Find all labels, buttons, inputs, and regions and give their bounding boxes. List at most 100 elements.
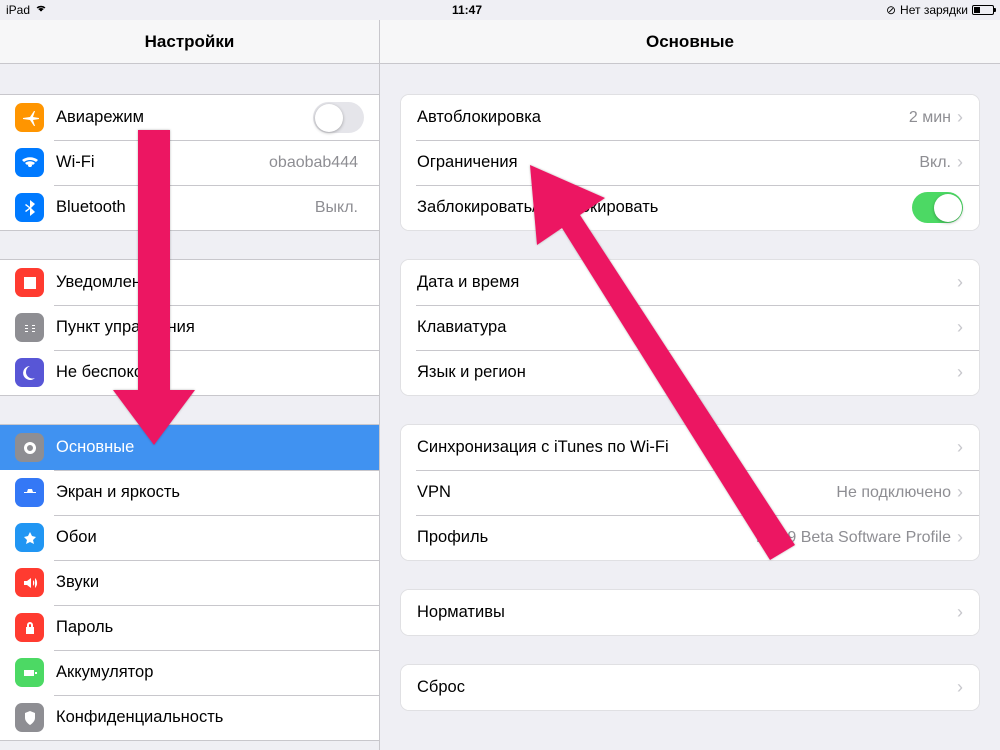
- detail-item-4-0[interactable]: Сброс›: [401, 665, 979, 710]
- sidebar-item-battery[interactable]: Аккумулятор: [0, 650, 379, 695]
- chevron-right-icon: ›: [957, 152, 963, 173]
- detail-item-2-2[interactable]: ПрофильiOS 9 Beta Software Profile ›: [401, 515, 979, 560]
- row-label: Авиарежим: [56, 108, 313, 127]
- privacy-icon: [15, 703, 44, 732]
- wallpaper-icon: [15, 523, 44, 552]
- chevron-right-icon: ›: [957, 317, 963, 338]
- sidebar-group-2: Основные Экран и яркость Обои Звуки Пароль Ак…: [0, 424, 379, 741]
- charging-label: Нет зарядки: [900, 3, 968, 17]
- detail-group-4: Сброс›: [400, 664, 980, 711]
- detail-item-1-2[interactable]: Язык и регион›: [401, 350, 979, 395]
- row-value: iOS 9 Beta Software Profile: [756, 529, 951, 547]
- sidebar-item-privacy[interactable]: Конфиденциальность: [0, 695, 379, 740]
- detail-item-3-0[interactable]: Нормативы›: [401, 590, 979, 635]
- sidebar-group-1: Уведомления Пункт управления Не беспокоить: [0, 259, 379, 396]
- row-label: Экран и яркость: [56, 483, 364, 502]
- sidebar-item-airplane[interactable]: Авиарежим: [0, 95, 379, 140]
- display-icon: [15, 478, 44, 507]
- detail-group-1: Дата и время›Клавиатура›Язык и регион›: [400, 259, 980, 396]
- sidebar-item-display[interactable]: Экран и яркость: [0, 470, 379, 515]
- wifi-icon: [34, 4, 48, 17]
- toggle-switch[interactable]: [313, 102, 364, 133]
- row-label: Аккумулятор: [56, 663, 364, 682]
- rotation-lock-icon: ⊘: [886, 3, 896, 17]
- row-value: obaobab444: [269, 154, 358, 172]
- row-label: Основные: [56, 438, 364, 457]
- status-time: 11:47: [48, 3, 886, 17]
- row-label: Сброс: [417, 678, 957, 697]
- dnd-icon: [15, 358, 44, 387]
- detail-group-0: Автоблокировка2 мин › ОграниченияВкл. › Забл…: [400, 94, 980, 231]
- row-value: Не подключено: [836, 484, 951, 502]
- sidebar-item-bluetooth[interactable]: BluetoothВыкл.: [0, 185, 379, 230]
- sidebar-group-0: АвиарежимWi-Fiobaobab444BluetoothВыкл.: [0, 94, 379, 231]
- row-label: Язык и регион: [417, 363, 957, 382]
- row-label: Заблокировать/разблокировать: [417, 198, 912, 217]
- row-label: Bluetooth: [56, 198, 315, 217]
- sidebar-item-sound[interactable]: Звуки: [0, 560, 379, 605]
- detail-item-2-0[interactable]: Синхронизация с iTunes по Wi-Fi›: [401, 425, 979, 470]
- wifi-icon: [15, 148, 44, 177]
- row-value: Выкл.: [315, 199, 358, 217]
- detail-item-0-0[interactable]: Автоблокировка2 мин ›: [401, 95, 979, 140]
- airplane-icon: [15, 103, 44, 132]
- chevron-right-icon: ›: [957, 437, 963, 458]
- sidebar-item-notify[interactable]: Уведомления: [0, 260, 379, 305]
- detail-header: Основные: [380, 20, 1000, 64]
- row-label: Wi-Fi: [56, 153, 269, 172]
- detail-item-1-0[interactable]: Дата и время›: [401, 260, 979, 305]
- settings-sidebar: Настройки АвиарежимWi-Fiobaobab444Blueto…: [0, 20, 380, 750]
- chevron-right-icon: ›: [957, 272, 963, 293]
- row-value: Вкл.: [919, 154, 951, 172]
- battery-icon: [15, 658, 44, 687]
- sound-icon: [15, 568, 44, 597]
- row-label: Нормативы: [417, 603, 957, 622]
- detail-title: Основные: [646, 32, 734, 52]
- row-label: Дата и время: [417, 273, 957, 292]
- chevron-right-icon: ›: [957, 527, 963, 548]
- chevron-right-icon: ›: [957, 677, 963, 698]
- row-label: Автоблокировка: [417, 108, 909, 127]
- chevron-right-icon: ›: [957, 362, 963, 383]
- sidebar-item-wallpaper[interactable]: Обои: [0, 515, 379, 560]
- control-icon: [15, 313, 44, 342]
- chevron-right-icon: ›: [957, 482, 963, 503]
- detail-item-2-1[interactable]: VPNНе подключено ›: [401, 470, 979, 515]
- row-label: Синхронизация с iTunes по Wi-Fi: [417, 438, 957, 457]
- sidebar-item-lock[interactable]: Пароль: [0, 605, 379, 650]
- sidebar-title: Настройки: [145, 32, 235, 52]
- row-label: Клавиатура: [417, 318, 957, 337]
- detail-pane: Основные Автоблокировка2 мин›Ограничения…: [380, 20, 1000, 750]
- row-label: VPN: [417, 483, 836, 502]
- status-bar: iPad 11:47 ⊘ Нет зарядки: [0, 0, 1000, 20]
- sidebar-item-wifi[interactable]: Wi-Fiobaobab444: [0, 140, 379, 185]
- detail-item-0-1[interactable]: ОграниченияВкл. ›: [401, 140, 979, 185]
- row-label: Не беспокоить: [56, 363, 364, 382]
- sidebar-item-control[interactable]: Пункт управления: [0, 305, 379, 350]
- sidebar-item-dnd[interactable]: Не беспокоить: [0, 350, 379, 395]
- chevron-right-icon: ›: [957, 602, 963, 623]
- detail-item-1-1[interactable]: Клавиатура›: [401, 305, 979, 350]
- device-label: iPad: [6, 3, 30, 17]
- notify-icon: [15, 268, 44, 297]
- detail-item-0-2[interactable]: Заблокировать/разблокировать: [401, 185, 979, 230]
- chevron-right-icon: ›: [957, 107, 963, 128]
- toggle-switch[interactable]: [912, 192, 963, 223]
- sidebar-item-gear[interactable]: Основные: [0, 425, 379, 470]
- bluetooth-icon: [15, 193, 44, 222]
- row-label: Пункт управления: [56, 318, 364, 337]
- row-label: Ограничения: [417, 153, 919, 172]
- row-label: Обои: [56, 528, 364, 547]
- sidebar-header: Настройки: [0, 20, 379, 64]
- row-label: Пароль: [56, 618, 364, 637]
- row-value: 2 мин: [909, 109, 951, 127]
- detail-group-3: Нормативы›: [400, 589, 980, 636]
- row-label: Конфиденциальность: [56, 708, 364, 727]
- row-label: Уведомления: [56, 273, 364, 292]
- row-label: Звуки: [56, 573, 364, 592]
- lock-icon: [15, 613, 44, 642]
- row-label: Профиль: [417, 528, 756, 547]
- gear-icon: [15, 433, 44, 462]
- detail-group-2: Синхронизация с iTunes по Wi-Fi›VPNНе по…: [400, 424, 980, 561]
- battery-icon: [972, 5, 994, 15]
